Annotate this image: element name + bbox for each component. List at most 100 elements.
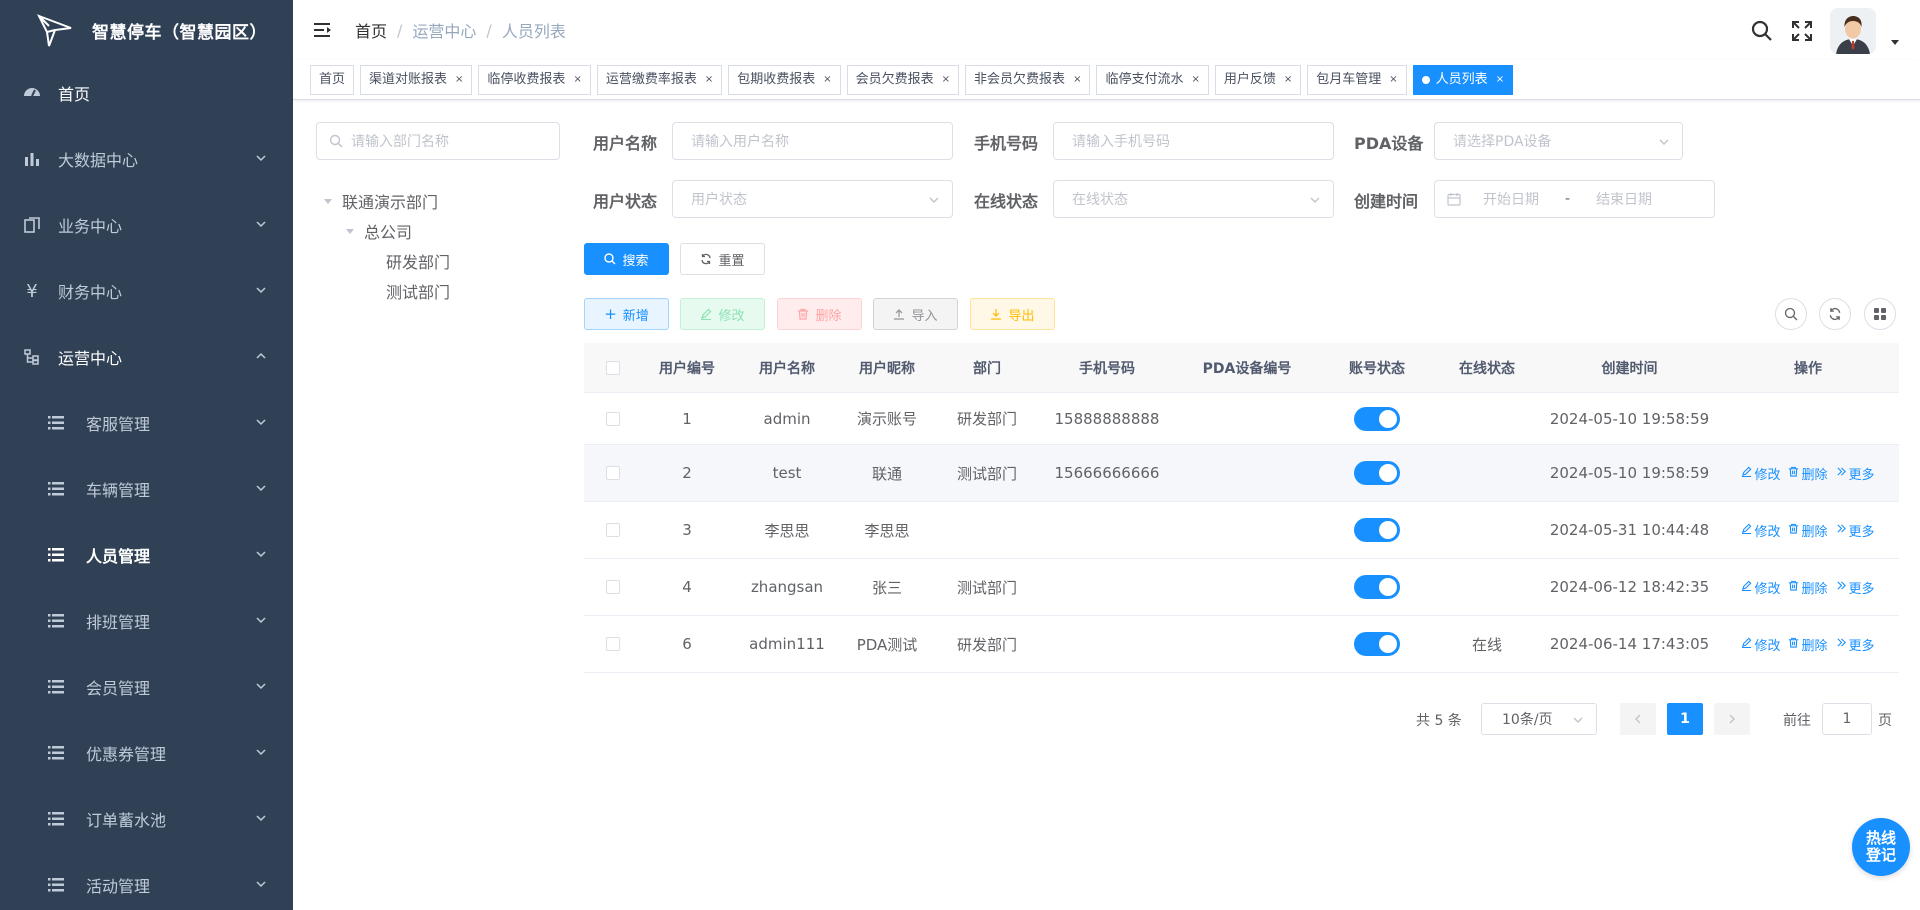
sidebar-item-home[interactable]: 首页 (0, 60, 293, 126)
sidebar-item-personnel[interactable]: 人员管理 (0, 522, 293, 588)
table-row[interactable]: 4 zhangsan 张三 测试部门 2024-06-12 18:42:35 修改 删除 更多 (584, 559, 1899, 616)
sidebar-item-operations[interactable]: 运营中心 (0, 324, 293, 390)
hotline-register-button[interactable]: 热线 登记 (1852, 818, 1910, 876)
row-checkbox[interactable] (584, 466, 642, 480)
close-icon[interactable]: × (1284, 66, 1292, 94)
row-edit-link[interactable]: 修改 (1741, 521, 1780, 540)
row-checkbox[interactable] (584, 637, 642, 651)
phone-input[interactable]: 请输入手机号码 (1053, 122, 1334, 160)
tag-feedback[interactable]: 用户反馈 × (1214, 64, 1302, 95)
export-button[interactable]: 导出 (970, 298, 1055, 330)
close-icon[interactable]: × (1073, 66, 1081, 94)
sidebar-item-bigdata[interactable]: 大数据中心 (0, 126, 293, 192)
caret-down-icon[interactable] (1890, 37, 1900, 47)
hamburger-icon[interactable] (313, 20, 333, 40)
row-checkbox[interactable] (584, 411, 642, 426)
status-select[interactable]: 用户状态 (672, 180, 953, 218)
tag-personnel-list[interactable]: 人员列表 × (1412, 64, 1514, 95)
tree-node-qa[interactable]: 测试部门 (322, 276, 450, 306)
import-button[interactable]: 导入 (873, 298, 958, 330)
toggle-search-button[interactable] (1775, 298, 1807, 330)
account-status-switch[interactable] (1354, 575, 1400, 599)
logo[interactable]: 智慧停车（智慧园区） (0, 0, 293, 60)
close-icon[interactable]: × (705, 66, 713, 94)
sidebar-item-label: 优惠券管理 (86, 745, 167, 764)
refresh-table-button[interactable] (1819, 298, 1851, 330)
online-select[interactable]: 在线状态 (1053, 180, 1334, 218)
add-button[interactable]: + 新增 (584, 298, 669, 330)
username-input[interactable]: 请输入用户名称 (672, 122, 953, 160)
end-date-placeholder: 结束日期 (1596, 192, 1653, 208)
sidebar-item-finance[interactable]: ¥ 财务中心 (0, 258, 293, 324)
dept-search-input[interactable]: 请输入部门名称 (316, 122, 560, 160)
page-size-select[interactable]: 10条/页 (1481, 703, 1597, 735)
row-more-link[interactable]: 更多 (1836, 464, 1875, 483)
tag-temp-parking-fee[interactable]: 临停收费报表 × (478, 64, 591, 95)
row-more-link[interactable]: 更多 (1836, 635, 1875, 654)
table-row[interactable]: 3 李思思 李思思 2024-05-31 10:44:48 修改 删除 更多 (584, 502, 1899, 559)
sidebar-item-vehicles[interactable]: 车辆管理 (0, 456, 293, 522)
account-status-switch[interactable] (1354, 518, 1400, 542)
sidebar-item-customer-service[interactable]: 客服管理 (0, 390, 293, 456)
columns-button[interactable] (1864, 298, 1896, 330)
date-range-picker[interactable]: 开始日期 - 结束日期 (1434, 180, 1715, 218)
page-number[interactable]: 1 (1667, 703, 1703, 735)
row-delete-link[interactable]: 删除 (1788, 578, 1828, 597)
tag-payment-flow[interactable]: 临停支付流水 × (1096, 64, 1209, 95)
prev-page-button[interactable] (1620, 703, 1656, 735)
sidebar-item-members[interactable]: 会员管理 (0, 654, 293, 720)
tag-home[interactable]: 首页 (310, 64, 355, 95)
select-all-checkbox[interactable] (584, 360, 642, 375)
account-status-switch[interactable] (1354, 461, 1400, 485)
close-icon[interactable]: × (1496, 66, 1504, 94)
row-delete-link[interactable]: 删除 (1788, 464, 1828, 483)
close-icon[interactable]: × (573, 66, 581, 94)
row-edit-link[interactable]: 修改 (1741, 464, 1780, 483)
sidebar-item-scheduling[interactable]: 排班管理 (0, 588, 293, 654)
caret-down-icon[interactable] (322, 195, 334, 207)
tree-node-rd[interactable]: 研发部门 (322, 246, 450, 276)
search-icon[interactable] (1750, 19, 1774, 43)
account-status-switch[interactable] (1354, 406, 1400, 431)
tag-channel-reconcile[interactable]: 渠道对账报表 × (360, 64, 473, 95)
tag-nonmember-arrears[interactable]: 非会员欠费报表 × (965, 64, 1091, 95)
row-delete-link[interactable]: 删除 (1788, 635, 1828, 654)
row-checkbox[interactable] (584, 523, 642, 537)
delete-button[interactable]: 删除 (777, 298, 862, 330)
fullscreen-icon[interactable] (1790, 19, 1814, 43)
pda-select[interactable]: 请选择PDA设备 (1434, 122, 1683, 160)
account-status-switch[interactable] (1354, 632, 1400, 656)
tree-node-root[interactable]: 联通演示部门 (322, 186, 450, 216)
avatar[interactable] (1830, 8, 1876, 54)
sidebar-item-business[interactable]: 业务中心 (0, 192, 293, 258)
row-delete-link[interactable]: 删除 (1788, 521, 1828, 540)
row-checkbox[interactable] (584, 580, 642, 594)
tag-payment-rate[interactable]: 运营缴费率报表 × (596, 64, 723, 95)
sidebar-item-order-pool[interactable]: 订单蓄水池 (0, 786, 293, 852)
sidebar-item-coupons[interactable]: 优惠券管理 (0, 720, 293, 786)
next-page-button[interactable] (1714, 703, 1750, 735)
tag-period-fee[interactable]: 包期收费报表 × (728, 64, 841, 95)
row-more-link[interactable]: 更多 (1836, 578, 1875, 597)
close-icon[interactable]: × (1389, 66, 1397, 94)
table-row[interactable]: 6 admin111 PDA测试 研发部门 在线 2024-06-14 17:43:05 修… (584, 616, 1899, 673)
reset-button[interactable]: 重置 (680, 243, 765, 275)
caret-down-icon[interactable] (344, 225, 356, 237)
tag-monthly-cars[interactable]: 包月车管理 × (1307, 64, 1407, 95)
edit-button[interactable]: 修改 (680, 298, 765, 330)
table-row[interactable]: 1 admin 演示账号 研发部门 15888888888 2024-05-10 19:5… (584, 393, 1899, 445)
close-icon[interactable]: × (455, 66, 463, 94)
goto-page-input[interactable]: 1 (1822, 703, 1872, 735)
close-icon[interactable]: × (1191, 66, 1199, 94)
tree-node-company[interactable]: 总公司 (322, 216, 450, 246)
close-icon[interactable]: × (823, 66, 831, 94)
breadcrumb-home[interactable]: 首页 (355, 18, 387, 42)
close-icon[interactable]: × (942, 66, 950, 94)
tag-member-arrears[interactable]: 会员欠费报表 × (846, 64, 960, 95)
sidebar-item-activities[interactable]: 活动管理 (0, 852, 293, 910)
row-more-link[interactable]: 更多 (1836, 521, 1875, 540)
row-edit-link[interactable]: 修改 (1741, 635, 1780, 654)
row-edit-link[interactable]: 修改 (1741, 578, 1780, 597)
table-row[interactable]: 2 test 联通 测试部门 15666666666 2024-05-10 19:58:5… (584, 445, 1899, 502)
search-button[interactable]: 搜索 (584, 243, 669, 275)
